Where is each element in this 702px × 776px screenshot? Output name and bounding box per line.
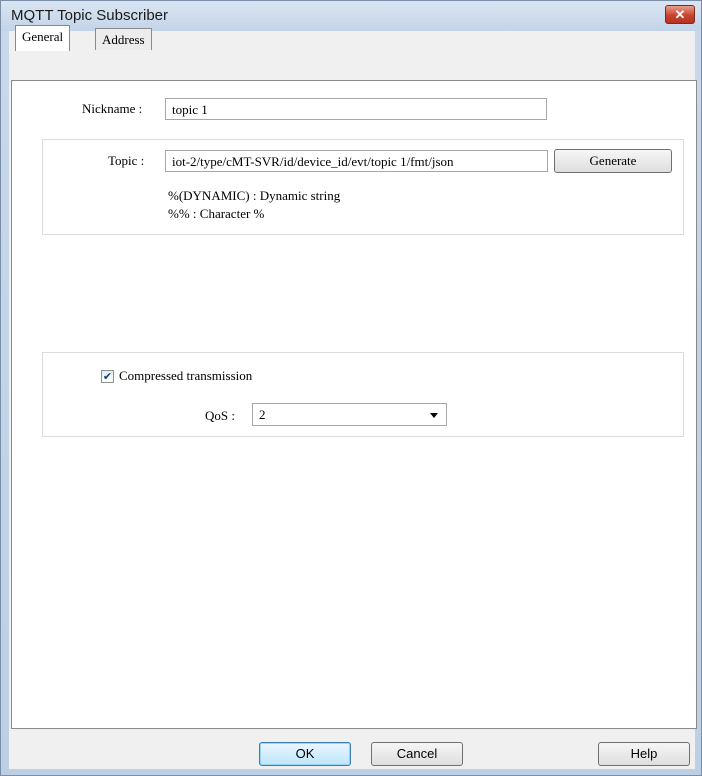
topic-group: Topic : iot-2/type/cMT-SVR/id/device_id/… <box>42 139 684 235</box>
tab-address[interactable]: Address <box>95 28 152 50</box>
nickname-label: Nickname : <box>82 101 143 116</box>
hint-percent: %% : Character % <box>168 206 265 221</box>
cancel-button[interactable]: Cancel <box>371 742 463 766</box>
compressed-checkbox[interactable]: ✔ <box>101 370 114 383</box>
topic-label: Topic : <box>108 153 145 168</box>
transmission-group: ✔ Compressed transmission QoS : 2 <box>42 352 684 437</box>
qos-select[interactable]: 2 <box>252 403 447 426</box>
qos-value: 2 <box>259 407 266 422</box>
chevron-down-icon <box>430 413 438 418</box>
help-button[interactable]: Help <box>598 742 690 766</box>
nickname-field[interactable]: topic 1 <box>165 98 547 120</box>
ok-button[interactable]: OK <box>259 742 351 766</box>
generate-button[interactable]: Generate <box>554 149 672 173</box>
close-button[interactable]: ✕ <box>665 5 695 24</box>
topic-field[interactable]: iot-2/type/cMT-SVR/id/device_id/evt/topi… <box>165 150 548 172</box>
compressed-label[interactable]: Compressed transmission <box>119 368 252 384</box>
tab-label: General <box>22 29 64 44</box>
general-panel: Nickname : topic 1 Topic : iot-2/type/cM… <box>11 80 697 729</box>
close-icon: ✕ <box>674 7 686 22</box>
title-bar[interactable]: MQTT Topic Subscriber ✕ <box>1 1 701 31</box>
qos-label: QoS : <box>205 408 235 423</box>
dialog-window: MQTT Topic Subscriber ✕ General Address … <box>0 0 702 776</box>
hint-dynamic: %(DYNAMIC) : Dynamic string <box>168 188 341 203</box>
tab-label: Address <box>102 32 145 47</box>
check-icon: ✔ <box>102 370 113 383</box>
window-title: MQTT Topic Subscriber <box>11 7 168 24</box>
tab-general[interactable]: General <box>15 25 71 51</box>
